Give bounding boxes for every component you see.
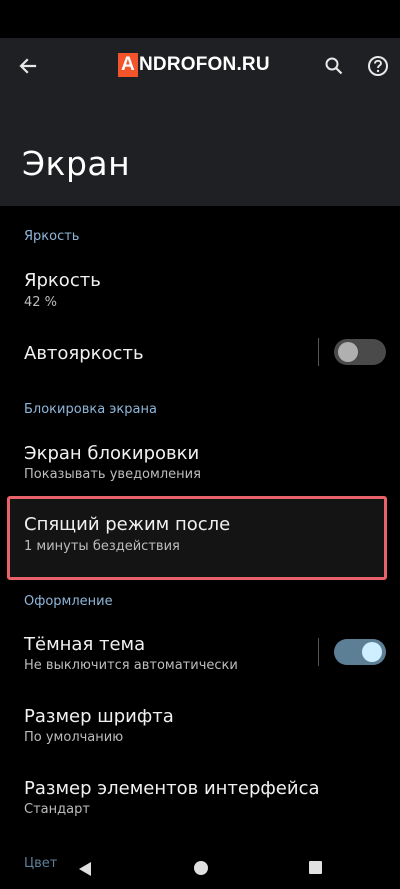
divider	[318, 338, 319, 366]
setting-title: Тёмная тема	[24, 634, 146, 655]
setting-font-size[interactable]: Размер шрифта По умолчанию	[0, 698, 400, 752]
setting-sleep[interactable]: Спящий режим после 1 минуты бездействия	[0, 506, 400, 570]
back-button[interactable]	[14, 52, 42, 80]
toggle-knob	[338, 342, 358, 362]
setting-auto-brightness[interactable]: Автояркость	[0, 330, 400, 376]
section-title-brightness: Яркость	[24, 229, 80, 244]
arrow-left-icon	[19, 58, 37, 74]
nav-home-icon[interactable]	[194, 861, 208, 875]
setting-subtitle: Показывать уведомления	[24, 467, 201, 482]
status-bar	[0, 0, 400, 38]
top-app-bar: A NDROFON.RU	[0, 38, 400, 94]
setting-subtitle: Стандарт	[24, 802, 90, 817]
nav-back-icon[interactable]	[78, 861, 92, 877]
setting-title: Размер шрифта	[24, 706, 174, 727]
section-title-appearance: Оформление	[24, 594, 113, 609]
dark-theme-toggle[interactable]	[334, 639, 386, 665]
search-button[interactable]	[320, 52, 348, 80]
setting-title: Автояркость	[24, 343, 144, 364]
divider	[318, 638, 319, 666]
section-title-lock-screen: Блокировка экрана	[24, 402, 157, 417]
setting-title: Яркость	[24, 270, 101, 291]
setting-subtitle: По умолчанию	[24, 730, 124, 745]
setting-brightness[interactable]: Яркость 42 %	[0, 262, 400, 316]
setting-subtitle: 1 минуты бездействия	[24, 539, 180, 554]
help-circle-icon	[368, 56, 388, 76]
app-header: A NDROFON.RU Экран	[0, 38, 400, 206]
toggle-knob	[362, 642, 382, 662]
help-button[interactable]	[364, 52, 392, 80]
setting-lock-screen[interactable]: Экран блокировки Показывать уведомления	[0, 436, 400, 490]
site-logo: A NDROFON.RU	[118, 51, 270, 79]
auto-brightness-toggle[interactable]	[334, 339, 386, 365]
setting-title: Экран блокировки	[24, 443, 200, 464]
setting-title: Спящий режим после	[24, 514, 231, 535]
setting-dark-theme[interactable]: Тёмная тема Не выключится автоматически	[0, 626, 400, 680]
logo-letter: A	[118, 53, 138, 77]
setting-display-size[interactable]: Размер элементов интерфейса Стандарт	[0, 770, 400, 824]
setting-title: Размер элементов интерфейса	[24, 778, 320, 799]
nav-recents-icon[interactable]	[309, 861, 322, 874]
logo-text: NDROFON.RU	[139, 54, 270, 75]
search-icon	[325, 57, 343, 75]
page-title: Экран	[22, 144, 131, 183]
setting-subtitle: Не выключится автоматически	[24, 658, 238, 673]
setting-subtitle: 42 %	[24, 295, 58, 310]
